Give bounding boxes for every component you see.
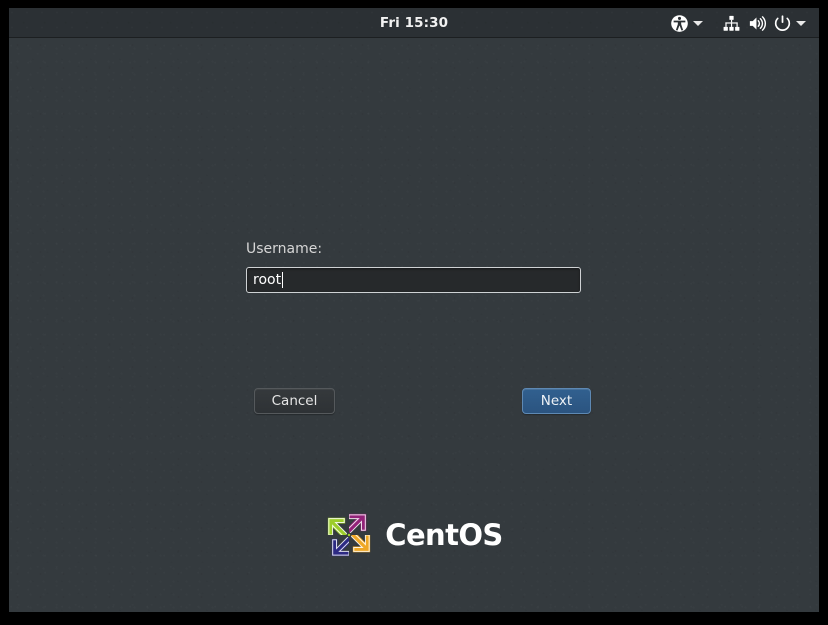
username-input-value: root	[253, 272, 282, 288]
power-icon[interactable]	[770, 8, 795, 38]
next-button[interactable]: Next	[522, 388, 591, 414]
network-icon[interactable]	[719, 8, 744, 38]
brand-logo: CentOS	[9, 511, 819, 559]
screen-bezel: Fri 15:30 Username: root Cancel Next Cen…	[0, 0, 828, 625]
form-actions: Cancel Next	[246, 388, 591, 418]
login-form: Username: root	[246, 240, 583, 293]
accessibility-icon[interactable]	[667, 8, 692, 38]
tray-spacer	[706, 8, 719, 38]
cancel-button[interactable]: Cancel	[254, 388, 335, 414]
top-panel: Fri 15:30	[9, 8, 819, 38]
chevron-down-icon[interactable]	[692, 8, 706, 38]
system-tray	[667, 8, 809, 38]
gdm-greeter-background: Fri 15:30 Username: root Cancel Next Cen…	[9, 8, 819, 612]
volume-icon[interactable]	[744, 8, 770, 38]
text-cursor	[282, 272, 284, 288]
username-label: Username:	[246, 241, 323, 257]
chevron-down-icon[interactable]	[795, 8, 809, 38]
centos-logo-icon	[328, 513, 371, 557]
brand-name: CentOS	[385, 518, 503, 552]
username-input[interactable]: root	[246, 267, 581, 293]
